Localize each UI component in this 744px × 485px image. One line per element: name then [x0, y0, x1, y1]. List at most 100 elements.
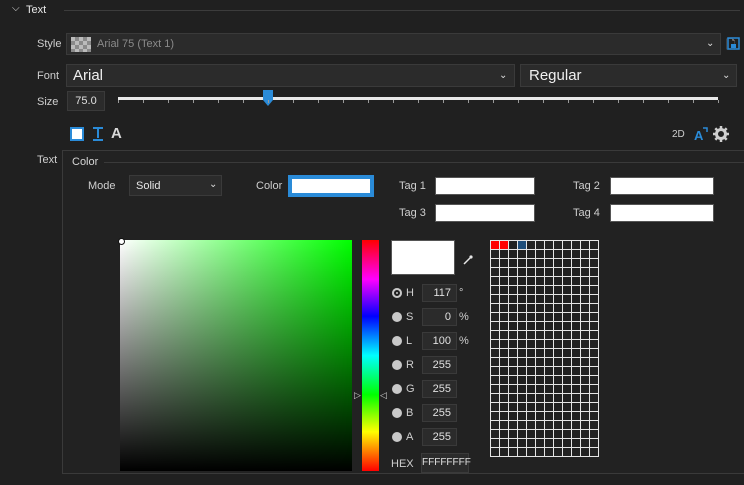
color-swatch[interactable] — [509, 349, 518, 358]
color-swatch[interactable] — [500, 367, 509, 376]
color-swatch[interactable] — [500, 340, 509, 349]
color-swatch[interactable] — [536, 385, 545, 394]
color-swatch[interactable] — [491, 313, 500, 322]
color-swatch[interactable] — [518, 394, 527, 403]
color-swatch[interactable] — [572, 331, 581, 340]
size-input[interactable]: 75.0 — [67, 91, 105, 111]
color-swatch[interactable] — [545, 358, 554, 367]
color-swatch[interactable] — [545, 367, 554, 376]
color-swatch[interactable] — [509, 367, 518, 376]
color-swatch[interactable] — [500, 331, 509, 340]
color-swatch[interactable] — [518, 268, 527, 277]
color-swatch[interactable] — [527, 268, 536, 277]
color-swatch[interactable] — [509, 448, 518, 457]
color-swatch[interactable] — [500, 295, 509, 304]
color-swatch[interactable] — [554, 358, 563, 367]
fill-color-icon[interactable] — [70, 127, 84, 141]
color-swatch[interactable] — [491, 304, 500, 313]
color-swatch[interactable] — [545, 286, 554, 295]
color-swatch[interactable] — [536, 313, 545, 322]
color-swatch[interactable] — [545, 430, 554, 439]
color-swatch[interactable] — [536, 295, 545, 304]
color-swatch[interactable] — [545, 241, 554, 250]
color-swatch[interactable] — [563, 421, 572, 430]
color-swatch[interactable] — [563, 394, 572, 403]
color-swatch[interactable] — [590, 385, 599, 394]
color-swatch[interactable] — [590, 322, 599, 331]
color-swatch[interactable] — [590, 367, 599, 376]
color-swatch[interactable] — [527, 349, 536, 358]
color-swatch[interactable] — [491, 403, 500, 412]
color-swatch[interactable] — [581, 331, 590, 340]
color-swatch[interactable] — [563, 412, 572, 421]
color-swatch[interactable] — [527, 367, 536, 376]
color-swatch[interactable] — [554, 277, 563, 286]
color-swatch[interactable] — [572, 367, 581, 376]
color-swatch[interactable] — [500, 439, 509, 448]
color-swatch[interactable] — [563, 259, 572, 268]
color-swatch[interactable] — [545, 340, 554, 349]
color-swatch[interactable] — [500, 376, 509, 385]
color-swatch[interactable] — [527, 259, 536, 268]
color-swatch[interactable] — [500, 286, 509, 295]
color-swatch[interactable] — [509, 421, 518, 430]
color-swatch[interactable] — [491, 331, 500, 340]
color-swatch[interactable] — [500, 304, 509, 313]
color-swatch[interactable] — [545, 304, 554, 313]
color-swatch[interactable] — [491, 430, 500, 439]
color-swatch[interactable] — [563, 286, 572, 295]
color-swatch[interactable] — [590, 412, 599, 421]
color-swatch[interactable] — [563, 295, 572, 304]
color-swatch[interactable] — [527, 385, 536, 394]
color-swatch[interactable] — [509, 394, 518, 403]
color-swatch[interactable] — [527, 439, 536, 448]
color-swatch[interactable] — [581, 322, 590, 331]
color-swatch[interactable] — [527, 430, 536, 439]
hue-slider[interactable] — [362, 240, 379, 471]
color-swatch[interactable] — [554, 250, 563, 259]
color-swatch[interactable] — [572, 322, 581, 331]
color-swatch[interactable] — [545, 295, 554, 304]
color-swatch[interactable] — [509, 358, 518, 367]
channel-radio-l[interactable] — [392, 336, 402, 346]
color-swatch[interactable] — [572, 394, 581, 403]
color-swatch[interactable] — [572, 412, 581, 421]
color-swatch[interactable] — [545, 376, 554, 385]
color-swatch[interactable] — [563, 250, 572, 259]
color-swatch[interactable] — [491, 421, 500, 430]
color-swatch[interactable] — [563, 313, 572, 322]
color-swatch[interactable] — [527, 313, 536, 322]
color-swatch[interactable] — [563, 340, 572, 349]
color-swatch[interactable] — [590, 349, 599, 358]
color-swatch[interactable] — [536, 439, 545, 448]
color-swatch[interactable] — [518, 295, 527, 304]
color-swatch[interactable] — [572, 349, 581, 358]
color-swatch[interactable] — [536, 250, 545, 259]
color-swatch[interactable] — [518, 331, 527, 340]
save-style-icon-svg[interactable] — [722, 37, 740, 51]
color-swatch[interactable] — [545, 313, 554, 322]
color-swatch[interactable] — [590, 277, 599, 286]
color-swatch[interactable] — [509, 277, 518, 286]
color-swatch[interactable] — [554, 403, 563, 412]
color-swatch[interactable] — [500, 421, 509, 430]
channel-radio-r[interactable] — [392, 360, 402, 370]
font-family-dropdown[interactable]: Arial ⌄ — [66, 64, 515, 87]
color-swatch[interactable] — [572, 439, 581, 448]
color-swatch[interactable] — [554, 367, 563, 376]
color-swatch[interactable] — [572, 259, 581, 268]
color-swatch[interactable] — [545, 277, 554, 286]
color-swatch[interactable] — [590, 286, 599, 295]
color-swatch[interactable] — [545, 385, 554, 394]
color-swatch[interactable] — [554, 304, 563, 313]
color-swatch[interactable] — [581, 295, 590, 304]
color-swatch[interactable] — [545, 448, 554, 457]
font-weight-dropdown[interactable]: Regular ⌄ — [520, 64, 737, 87]
color-swatch[interactable] — [491, 349, 500, 358]
color-swatch[interactable] — [527, 403, 536, 412]
color-swatch[interactable] — [590, 376, 599, 385]
channel-radio-h[interactable] — [392, 288, 402, 298]
color-swatch[interactable] — [500, 430, 509, 439]
color-swatch[interactable] — [518, 322, 527, 331]
color-swatch[interactable] — [581, 304, 590, 313]
